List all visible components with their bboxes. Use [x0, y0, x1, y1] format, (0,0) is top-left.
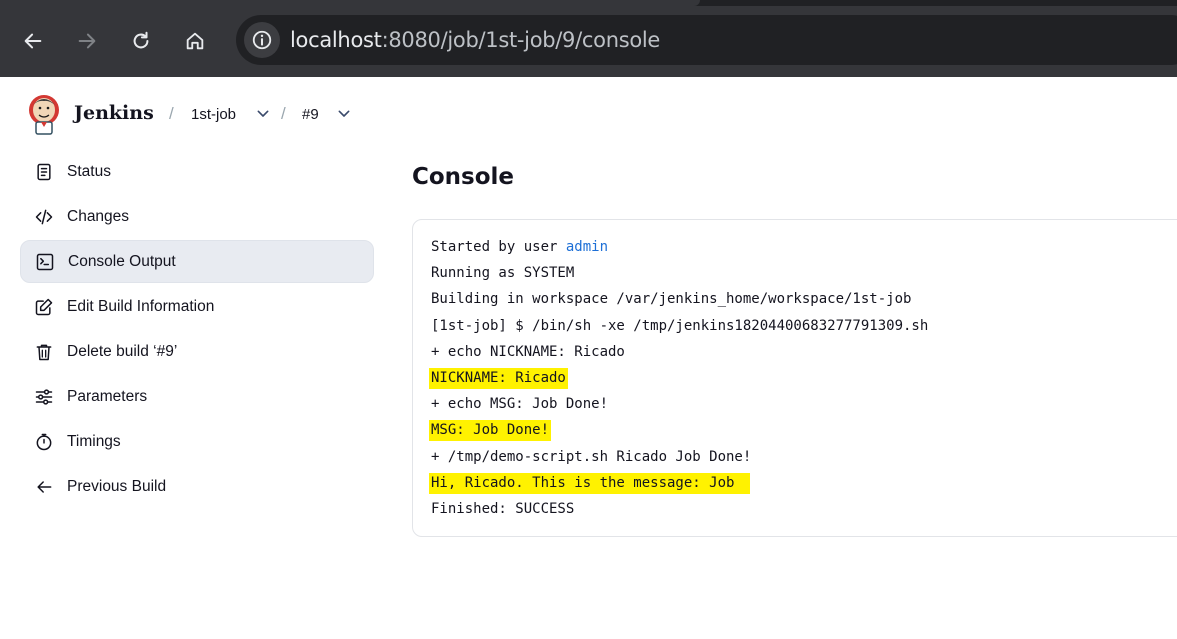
- breadcrumb-job-dropdown[interactable]: [253, 104, 273, 124]
- sidebar: Status Changes Console Output Edit Build…: [20, 150, 374, 510]
- sidebar-item-label: Console Output: [68, 252, 176, 270]
- sidebar-item-status[interactable]: Status: [20, 150, 374, 193]
- console-line: + echo NICKNAME: Ricado: [431, 343, 625, 360]
- edit-icon: [34, 297, 54, 317]
- url-path: :8080/job/1st-job/9/console: [381, 28, 661, 52]
- sidebar-item-timings[interactable]: Timings: [20, 420, 374, 463]
- sidebar-item-label: Status: [67, 162, 111, 180]
- sidebar-item-label: Previous Build: [67, 477, 167, 495]
- stopwatch-icon: [34, 432, 54, 452]
- page-title: Console: [412, 164, 515, 190]
- forward-button[interactable]: [70, 24, 104, 58]
- console-line: Building in workspace /var/jenkins_home/…: [431, 291, 912, 308]
- console-line: Finished: SUCCESS: [431, 500, 575, 517]
- tab-strip: [0, 0, 1177, 6]
- home-button[interactable]: [178, 24, 212, 58]
- code-icon: [34, 207, 54, 227]
- console-line: + /tmp/demo-script.sh Ricado Job Done!: [431, 448, 752, 465]
- sidebar-item-label: Timings: [67, 432, 121, 450]
- chevron-down-icon: [257, 110, 269, 117]
- sidebar-item-label: Edit Build Information: [67, 297, 215, 315]
- console-line: Running as SYSTEM: [431, 265, 575, 282]
- sidebar-item-parameters[interactable]: Parameters: [20, 375, 374, 418]
- breadcrumb-build-dropdown[interactable]: [334, 104, 354, 124]
- url-text[interactable]: localhost:8080/job/1st-job/9/console: [290, 28, 660, 52]
- highlighted-text: MSG: Job Done!: [429, 420, 552, 442]
- console-line: [1st-job] $ /bin/sh -xe /tmp/jenkins1820…: [431, 317, 929, 334]
- console-started-prefix: Started by user: [431, 239, 566, 255]
- arrow-right-icon: [78, 33, 96, 49]
- document-icon: [34, 162, 54, 182]
- breadcrumb-separator: /: [169, 104, 174, 123]
- arrow-left-icon: [24, 33, 42, 49]
- breadcrumb-build[interactable]: #9: [302, 106, 319, 123]
- highlighted-text: NICKNAME: Ricado: [429, 367, 568, 389]
- site-info-button[interactable]: [244, 22, 280, 58]
- sidebar-item-label: Changes: [67, 207, 130, 225]
- console-line: MSG: Job Done!: [429, 419, 928, 445]
- jenkins-logo[interactable]: [27, 93, 61, 135]
- back-button[interactable]: [16, 24, 50, 58]
- home-icon: [186, 32, 204, 50]
- console-line: Started by user admin: [431, 236, 928, 262]
- reload-icon: [133, 31, 149, 49]
- console-line: + echo MSG: Job Done!: [431, 396, 609, 413]
- address-bar[interactable]: localhost:8080/job/1st-job/9/console: [236, 15, 1177, 65]
- console-user-link[interactable]: admin: [566, 239, 608, 255]
- arrow-left-icon: [34, 477, 54, 497]
- sidebar-item-changes[interactable]: Changes: [20, 195, 374, 238]
- brand-name[interactable]: Jenkins: [74, 102, 154, 124]
- sidebar-item-edit-build-information[interactable]: Edit Build Information: [20, 285, 374, 328]
- sliders-icon: [34, 387, 54, 407]
- url-host: localhost: [290, 28, 382, 52]
- terminal-icon: [35, 252, 55, 272]
- sidebar-item-delete-build[interactable]: Delete build ‘#9’: [20, 330, 374, 373]
- info-icon: [252, 30, 272, 50]
- browser-toolbar: localhost:8080/job/1st-job/9/console: [0, 0, 1177, 77]
- breadcrumb-separator: /: [281, 104, 286, 123]
- sidebar-item-label: Parameters: [67, 387, 148, 405]
- trash-icon: [34, 342, 54, 362]
- sidebar-item-label: Delete build ‘#9’: [67, 342, 178, 360]
- reload-button[interactable]: [124, 24, 158, 58]
- sidebar-item-previous-build[interactable]: Previous Build: [20, 465, 374, 508]
- breadcrumb-job[interactable]: 1st-job: [191, 106, 236, 123]
- chevron-down-icon: [338, 110, 350, 117]
- console-line: Hi, Ricado. This is the message: Job: [429, 472, 928, 498]
- console-log: Started by user admin Running as SYSTEM …: [429, 236, 929, 524]
- console-line: NICKNAME: Ricado: [429, 367, 928, 393]
- highlighted-text: Hi, Ricado. This is the message: Job: [429, 472, 751, 494]
- sidebar-item-console-output[interactable]: Console Output: [20, 240, 374, 283]
